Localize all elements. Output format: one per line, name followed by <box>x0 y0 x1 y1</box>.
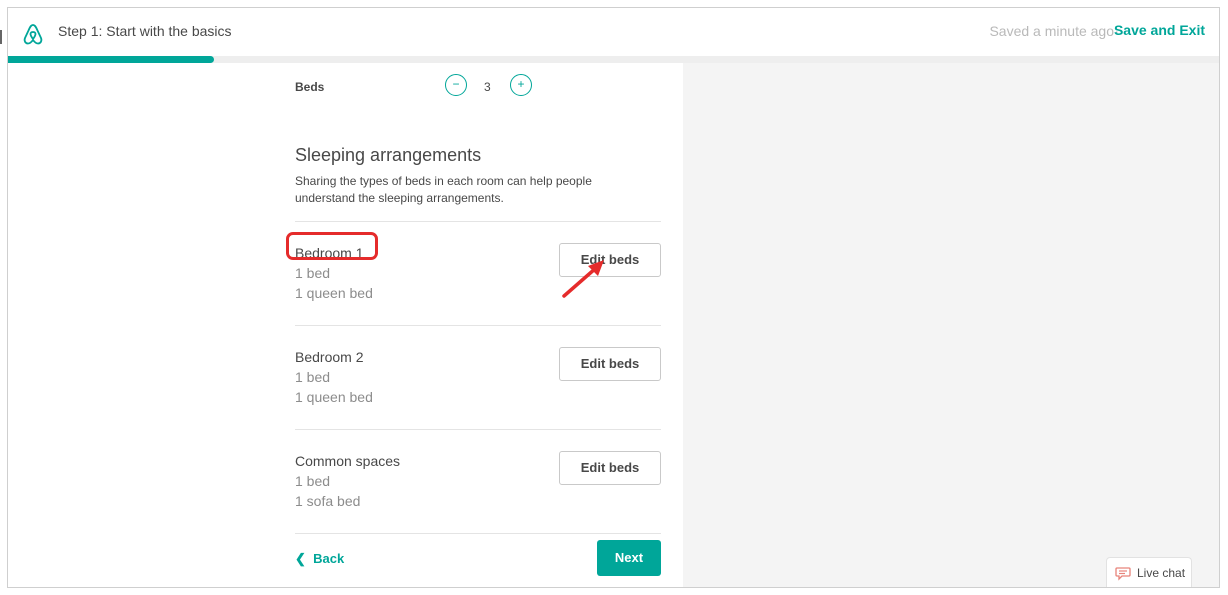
plus-icon: + <box>517 77 525 91</box>
room-bedroom-2: Bedroom 2 1 bed 1 queen bed Edit beds <box>295 347 661 439</box>
beds-count-value: 3 <box>484 80 491 94</box>
room-common-spaces: Common spaces 1 bed 1 sofa bed Edit beds <box>295 451 661 543</box>
progress-bar-fill <box>8 56 214 63</box>
minus-icon: − <box>452 77 460 91</box>
beds-decrement-button[interactable]: − <box>445 74 467 96</box>
back-button[interactable]: ❮ Back <box>295 551 344 567</box>
beds-row: Beds − 3 + <box>295 71 661 101</box>
sleeping-arrangements-title: Sleeping arrangements <box>295 145 482 165</box>
preview-panel <box>683 63 1219 587</box>
save-and-exit-link[interactable]: Save and Exit <box>1114 22 1205 38</box>
saved-status: Saved a minute ago <box>989 23 1114 39</box>
room-bed-count: 1 bed <box>295 369 331 385</box>
divider <box>295 429 661 430</box>
annotation-arrow-icon <box>562 260 604 298</box>
live-chat-label: Live chat <box>1137 566 1186 580</box>
live-chat-button[interactable]: Live chat <box>1106 557 1192 587</box>
divider <box>295 221 661 222</box>
chat-bubble-icon <box>1115 567 1131 581</box>
sleeping-arrangements-description: Sharing the types of beds in each room c… <box>295 174 592 205</box>
top-header: Step 1: Start with the basics Saved a mi… <box>8 8 1219 56</box>
divider <box>295 325 661 326</box>
room-bed-count: 1 bed <box>295 265 331 281</box>
edit-beds-button[interactable]: Edit beds <box>559 347 661 381</box>
room-bed-count: 1 bed <box>295 473 331 489</box>
app-window: Step 1: Start with the basics Saved a mi… <box>7 7 1220 588</box>
progress-bar <box>8 56 1219 63</box>
beds-label: Beds <box>295 80 325 94</box>
divider <box>295 533 661 534</box>
next-button[interactable]: Next <box>597 540 661 576</box>
back-label: Back <box>313 551 345 566</box>
edit-beds-button[interactable]: Edit beds <box>559 451 661 485</box>
step-title: Step 1: Start with the basics <box>58 23 232 39</box>
room-bed-type: 1 queen bed <box>295 389 373 405</box>
room-name: Bedroom 2 <box>295 349 364 365</box>
room-name: Common spaces <box>295 453 401 469</box>
airbnb-logo-icon[interactable] <box>22 22 44 46</box>
window-edge-marker <box>0 30 2 44</box>
room-bed-type: 1 sofa bed <box>295 493 361 509</box>
chevron-left-icon: ❮ <box>295 551 306 566</box>
annotation-highlight-box <box>286 232 378 260</box>
room-bed-type: 1 queen bed <box>295 285 373 301</box>
beds-increment-button[interactable]: + <box>510 74 532 96</box>
